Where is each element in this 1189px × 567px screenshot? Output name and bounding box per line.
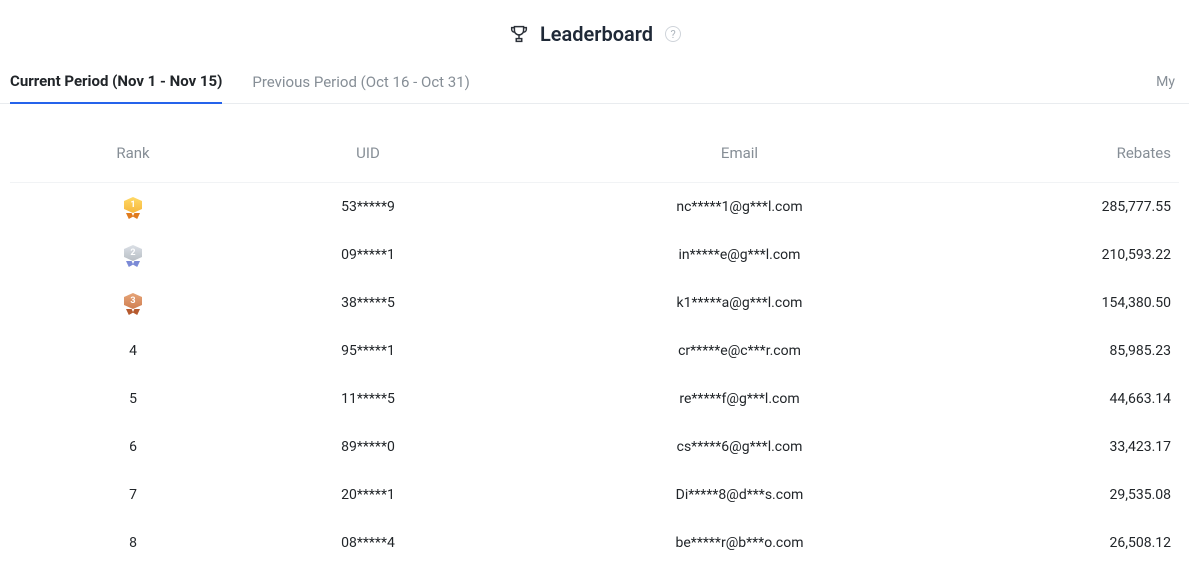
table-row: 5 11*****5re*****f@g***l.com44,663.14	[10, 375, 1179, 423]
col-rank: Rank	[18, 144, 248, 162]
cell-rebates: 44,663.14	[991, 391, 1171, 407]
help-icon[interactable]: ?	[665, 26, 681, 42]
rank-number: 7	[129, 487, 137, 503]
table-row: 7 20*****1Di*****8@d***s.com29,535.08	[10, 471, 1179, 519]
cell-uid: 08*****4	[248, 535, 488, 551]
cell-rebates: 26,508.12	[991, 535, 1171, 551]
cell-email: Di*****8@d***s.com	[488, 487, 991, 503]
rank-number: 4	[129, 343, 137, 359]
cell-rebates: 154,380.50	[991, 295, 1171, 311]
cell-email: nc*****1@g***l.com	[488, 199, 991, 215]
table-header: Rank UID Email Rebates	[10, 104, 1179, 183]
rank-number: 6	[129, 439, 137, 455]
cell-rebates: 29,535.08	[991, 487, 1171, 503]
cell-rank: 8	[18, 533, 248, 553]
cell-rank: 3	[18, 293, 248, 313]
table-row: 1 53*****9nc*****1@g***l.com285,777.55	[10, 183, 1179, 231]
table-row: 8 08*****4be*****r@b***o.com26,508.12	[10, 519, 1179, 567]
cell-rebates: 33,423.17	[991, 439, 1171, 455]
my-link[interactable]: My	[1152, 66, 1179, 102]
cell-email: re*****f@g***l.com	[488, 391, 991, 407]
tab-previous-period[interactable]: Previous Period (Oct 16 - Oct 31)	[252, 65, 470, 103]
table-row: 4 95*****1cr*****e@c***r.com85,985.23	[10, 327, 1179, 375]
cell-uid: 09*****1	[248, 247, 488, 263]
page-header: Leaderboard ?	[0, 0, 1189, 64]
cell-rank: 5	[18, 389, 248, 409]
trophy-icon	[508, 23, 530, 45]
table-row: 3 38*****5k1*****a@g***l.com154,380.50	[10, 279, 1179, 327]
cell-email: in*****e@g***l.com	[488, 247, 991, 263]
cell-rank: 2	[18, 245, 248, 265]
table-body: 1 53*****9nc*****1@g***l.com285,777.55 2 09…	[10, 183, 1179, 567]
leaderboard-table: Rank UID Email Rebates 1 53*****9nc*****1…	[0, 104, 1189, 567]
rank-number: 5	[129, 391, 137, 407]
cell-uid: 20*****1	[248, 487, 488, 503]
cell-rebates: 85,985.23	[991, 343, 1171, 359]
cell-rebates: 210,593.22	[991, 247, 1171, 263]
cell-rank: 6	[18, 437, 248, 457]
col-rebates: Rebates	[991, 144, 1171, 162]
period-tabs: Current Period (Nov 1 - Nov 15) Previous…	[0, 64, 1189, 104]
cell-email: be*****r@b***o.com	[488, 535, 991, 551]
rank-number: 8	[129, 535, 137, 551]
cell-email: k1*****a@g***l.com	[488, 295, 991, 311]
silver-medal-icon: 2	[124, 245, 142, 265]
col-uid: UID	[248, 144, 488, 162]
cell-uid: 38*****5	[248, 295, 488, 311]
page-title: Leaderboard	[540, 22, 653, 46]
tab-current-period[interactable]: Current Period (Nov 1 - Nov 15)	[10, 64, 222, 104]
cell-rank: 4	[18, 341, 248, 361]
cell-uid: 89*****0	[248, 439, 488, 455]
gold-medal-icon: 1	[124, 197, 142, 217]
cell-rebates: 285,777.55	[991, 199, 1171, 215]
cell-uid: 95*****1	[248, 343, 488, 359]
col-email: Email	[488, 144, 991, 162]
cell-email: cs*****6@g***l.com	[488, 439, 991, 455]
table-row: 2 09*****1in*****e@g***l.com210,593.22	[10, 231, 1179, 279]
cell-uid: 11*****5	[248, 391, 488, 407]
cell-rank: 7	[18, 485, 248, 505]
table-row: 6 89*****0cs*****6@g***l.com33,423.17	[10, 423, 1179, 471]
cell-rank: 1	[18, 197, 248, 217]
cell-uid: 53*****9	[248, 199, 488, 215]
bronze-medal-icon: 3	[124, 293, 142, 313]
cell-email: cr*****e@c***r.com	[488, 343, 991, 359]
